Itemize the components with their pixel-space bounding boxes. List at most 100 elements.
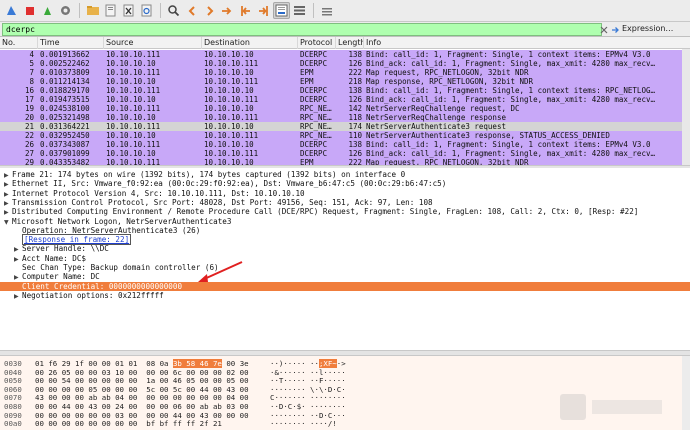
details-line[interactable]: ▶ Internet Protocol Version 4, Src: 10.10… <box>0 189 690 198</box>
packet-cell-no: 20 <box>24 113 34 122</box>
packet-cell-no: 22 <box>24 131 34 140</box>
packet-list-scrollbar[interactable] <box>682 49 690 165</box>
packet-cell-dst: 10.10.10.10 <box>204 122 254 131</box>
apply-filter-icon[interactable] <box>609 23 621 36</box>
packet-cell-info: Bind_ack: call_id: 1, Fragment: Single, … <box>366 149 655 158</box>
packet-cell-time: 0.002522462 <box>40 59 90 68</box>
colorize-icon[interactable] <box>291 2 308 19</box>
packet-cell-no: 7 <box>29 68 34 77</box>
packet-cell-proto: EPM <box>300 77 314 86</box>
packet-cell-no: 5 <box>29 59 34 68</box>
packet-row[interactable]: 8 0.011214134 10.10.10.10 10.10.10.111 EPM 21… <box>0 77 682 86</box>
packet-cell-src: 10.10.10.10 <box>106 131 156 140</box>
packet-cell-time: 0.037901099 <box>40 149 90 158</box>
details-text: Computer Name: DC <box>22 272 100 282</box>
packet-details: ▶ Frame 21: 174 bytes on wire (1392 bits)… <box>0 168 690 350</box>
details-line[interactable]: ▶ Frame 21: 174 bytes on wire (1392 bits)… <box>0 170 690 179</box>
shark-fin-icon[interactable] <box>3 2 20 19</box>
column-info[interactable]: Info <box>364 37 690 49</box>
collapsed-arrow-icon[interactable]: ▶ <box>14 292 22 301</box>
packet-cell-src: 10.10.10.111 <box>106 50 161 59</box>
packet-cell-info: Map request, RPC_NETLOGON, 32bit NDR <box>366 68 529 77</box>
packet-cell-dst: 10.10.10.10 <box>204 104 254 113</box>
column-time[interactable]: Time <box>38 37 104 49</box>
packet-cell-time: 0.043353482 <box>40 158 90 165</box>
packet-row[interactable]: 4 0.001913662 10.10.10.111 10.10.10.10 DCERP… <box>0 50 682 59</box>
packet-cell-no: 27 <box>24 149 34 158</box>
packet-row[interactable]: 22 0.032952450 10.10.10.10 10.10.10.111 RPC_… <box>0 131 682 140</box>
details-line[interactable]: ▶ Computer Name: DC <box>0 272 690 281</box>
details-line[interactable]: ▼ Microsoft Network Logon, NetrServerAuth… <box>0 217 690 226</box>
packet-cell-info: NetrServerAuthenticate3 response, STATUS… <box>366 131 610 140</box>
column-no[interactable]: No. <box>0 37 38 49</box>
column-length[interactable]: Length <box>336 37 364 49</box>
column-protocol[interactable]: Protocol <box>298 37 336 49</box>
details-line[interactable]: ▶ Negotiation options: 0x212fffff <box>0 291 690 300</box>
details-line[interactable]: ▶ Ethernet II, Src: Vmware_f0:92:ea (00:0… <box>0 179 690 188</box>
find-icon[interactable] <box>165 2 182 19</box>
column-destination[interactable]: Destination <box>202 37 298 49</box>
last-icon[interactable] <box>255 2 272 19</box>
back-icon[interactable] <box>183 2 200 19</box>
display-filter-input[interactable]: dcerpc <box>2 23 602 36</box>
packet-cell-no: 26 <box>24 140 34 149</box>
packet-row[interactable]: 21 0.031364221 10.10.10.111 10.10.10.10 RPC_… <box>0 122 682 131</box>
goto-icon[interactable] <box>219 2 236 19</box>
packet-row[interactable]: 26 0.037343087 10.10.10.111 10.10.10.10 DCER… <box>0 140 682 149</box>
details-line-selected[interactable]: Client Credential: 0000000000000000 <box>0 281 690 291</box>
packet-cell-info: NetrServerReqChallenge request, DC <box>366 104 520 113</box>
packet-row[interactable]: 20 0.025321498 10.10.10.10 10.10.10.111 RPC_… <box>0 113 682 122</box>
packet-cell-time: 0.031364221 <box>40 122 90 131</box>
packet-cell-proto: RPC_NE… <box>300 131 332 140</box>
details-line[interactable]: ▶ Server Handle: \\DC <box>0 244 690 253</box>
hex-offset: 00a0 <box>4 419 22 429</box>
packet-row[interactable]: 7 0.010373809 10.10.10.111 10.10.10.10 EPM 22… <box>0 68 682 77</box>
packet-cell-dst: 10.10.10.10 <box>204 68 254 77</box>
packet-cell-info: Bind_ack: call_id: 1, Fragment: Single, … <box>366 95 655 104</box>
save-icon[interactable] <box>102 2 119 19</box>
packet-row[interactable]: 17 0.019473515 10.10.10.10 10.10.10.111 DCER… <box>0 95 682 104</box>
stop-icon[interactable] <box>21 2 38 19</box>
packet-row[interactable]: 27 0.037901099 10.10.10.10 10.10.10.111 DCER… <box>0 149 682 158</box>
close-file-icon[interactable] <box>120 2 137 19</box>
reload-icon[interactable] <box>138 2 155 19</box>
bytes-scrollbar[interactable] <box>682 356 690 430</box>
packet-row[interactable]: 16 0.018829170 10.10.10.111 10.10.10.10 DCER… <box>0 86 682 95</box>
column-source[interactable]: Source <box>104 37 202 49</box>
packet-cell-time: 0.032952450 <box>40 131 90 140</box>
options-icon[interactable] <box>57 2 74 19</box>
restart-icon[interactable] <box>39 2 56 19</box>
packet-cell-dst: 10.10.10.10 <box>204 50 254 59</box>
packet-cell-src: 10.10.10.111 <box>106 158 161 165</box>
packet-row[interactable]: 19 0.024538100 10.10.10.111 10.10.10.10 RPC_… <box>0 104 682 113</box>
packet-cell-src: 10.10.10.10 <box>106 149 156 158</box>
autoscroll-icon[interactable] <box>273 2 290 19</box>
expression-button[interactable]: Expression… <box>622 24 673 33</box>
details-text: Acct Name: DC$ <box>22 253 87 263</box>
packet-cell-src: 10.10.10.10 <box>106 59 156 68</box>
open-icon[interactable] <box>84 2 101 19</box>
packet-row[interactable]: 5 0.002522462 10.10.10.10 10.10.10.111 DCERP… <box>0 59 682 68</box>
details-text: Server Handle: \\DC <box>22 244 109 254</box>
first-icon[interactable] <box>237 2 254 19</box>
details-line[interactable]: Sec Chan Type: Backup domain controller … <box>0 263 690 272</box>
packet-cell-src: 10.10.10.111 <box>106 86 161 95</box>
packet-cell-len: 118 <box>348 113 362 122</box>
packet-list-header: No. Time Source Destination Protocol Len… <box>0 37 690 49</box>
packet-cell-len: 222 <box>348 158 362 165</box>
packet-cell-dst: 10.10.10.111 <box>204 149 259 158</box>
zoom-in-icon[interactable] <box>318 2 335 19</box>
packet-cell-proto: EPM <box>300 68 314 77</box>
details-line[interactable]: [Response in frame: 22] <box>0 234 690 246</box>
packet-cell-len: 218 <box>348 77 362 86</box>
packet-row[interactable]: 29 0.043353482 10.10.10.111 10.10.10.10 EPM 2… <box>0 158 682 165</box>
packet-list: No. Time Source Destination Protocol Len… <box>0 37 690 165</box>
details-line[interactable]: ▶ Transmission Control Protocol, Src Port… <box>0 198 690 207</box>
packet-cell-dst: 10.10.10.10 <box>204 158 254 165</box>
packet-cell-time: 0.018829170 <box>40 86 90 95</box>
details-line[interactable]: ▶ Acct Name: DC$ <box>0 254 690 263</box>
details-line[interactable]: ▶ Distributed Computing Environment / Rem… <box>0 207 690 216</box>
watermark-logo-icon <box>560 394 662 420</box>
packet-cell-proto: DCERPC <box>300 95 328 104</box>
forward-icon[interactable] <box>201 2 218 19</box>
